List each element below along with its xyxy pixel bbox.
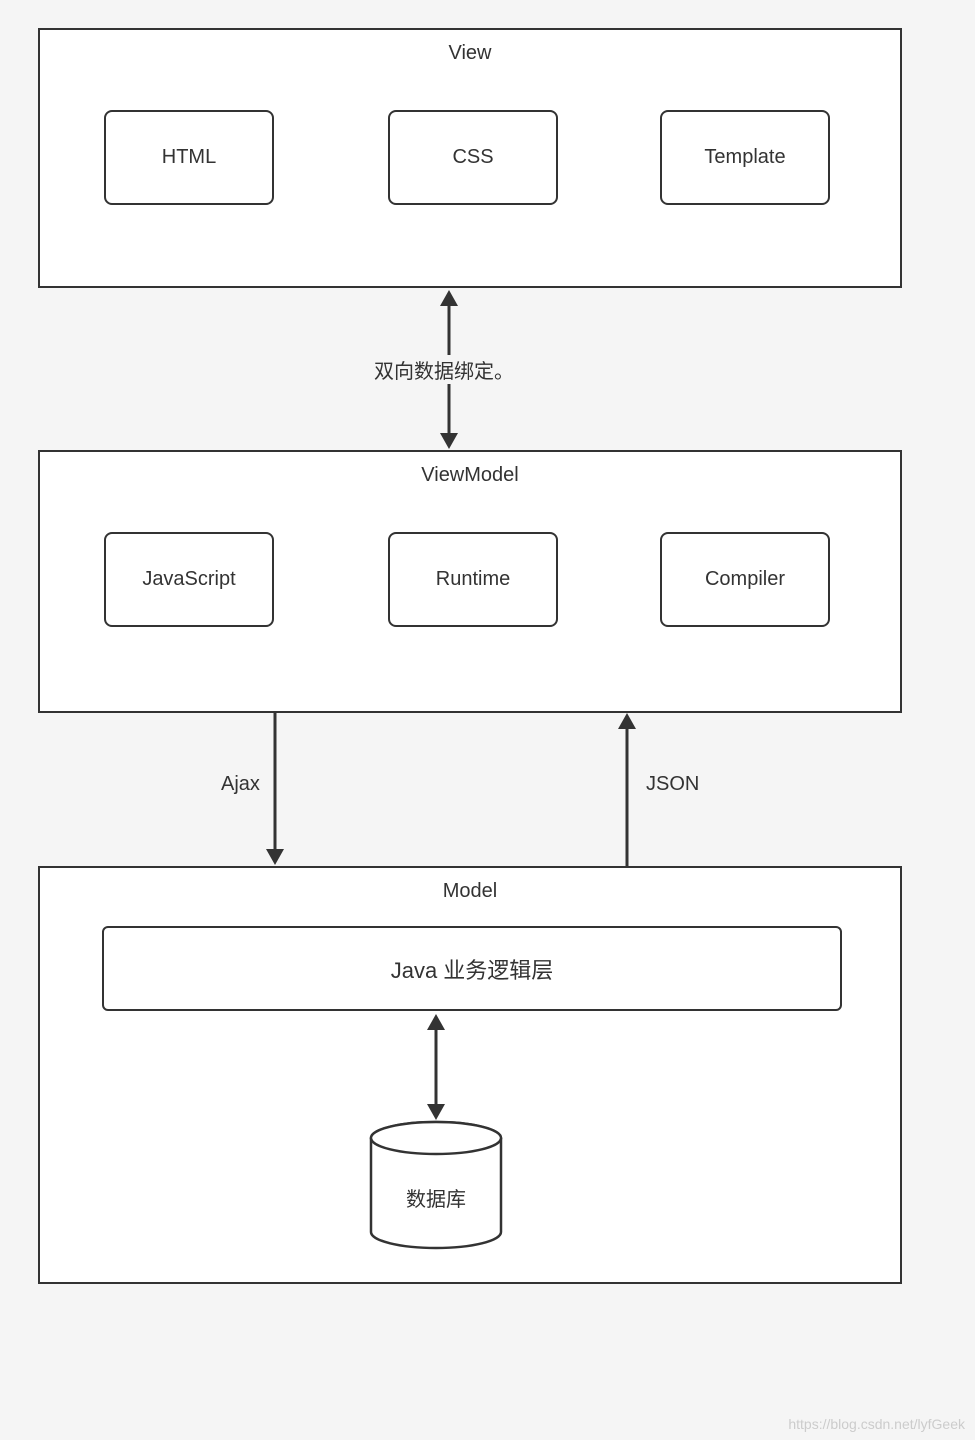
label-json: JSON	[642, 773, 703, 796]
model-layer: Model Java 业务逻辑层 数据库	[38, 866, 902, 1284]
database-label: 数据库	[368, 1183, 504, 1212]
watermark: https://blog.csdn.net/lyfGeek	[788, 1416, 965, 1432]
